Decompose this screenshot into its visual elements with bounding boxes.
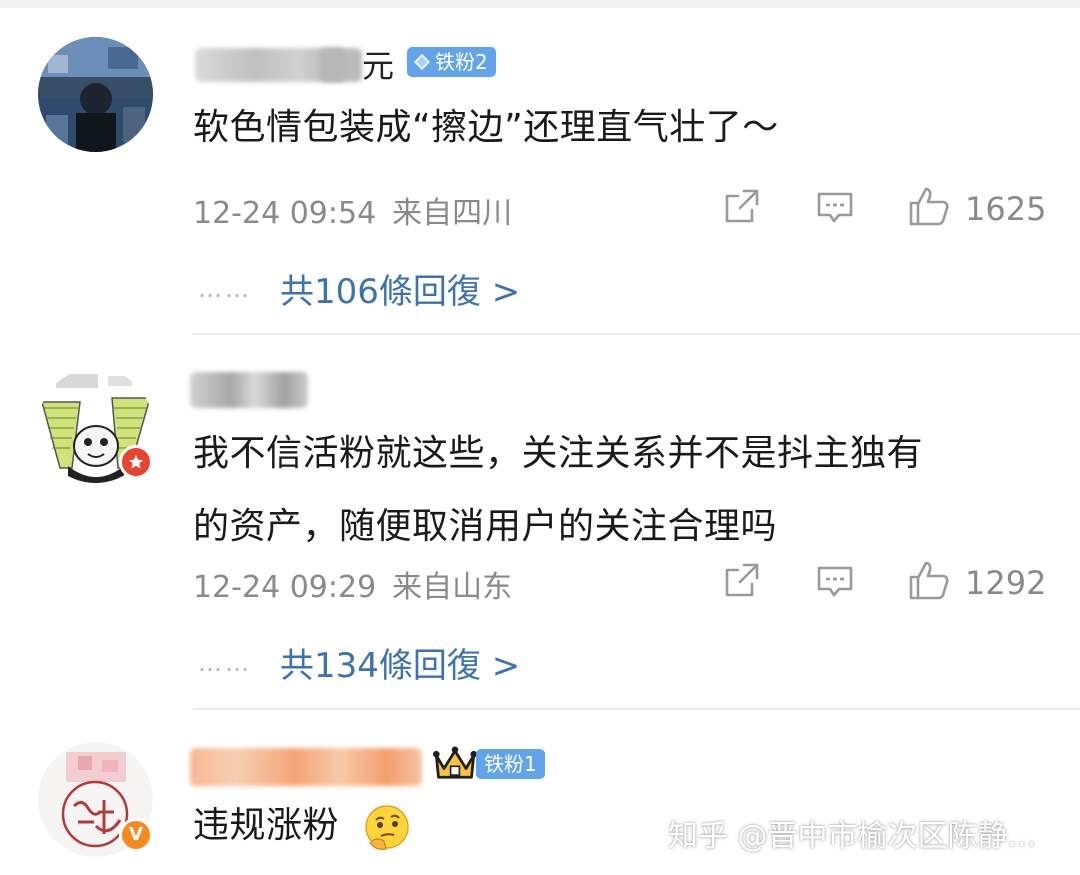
comment-text: 违规涨粉	[193, 798, 339, 853]
comment-icon[interactable]	[815, 562, 855, 602]
username-blurred[interactable]	[320, 48, 362, 82]
diamond-icon	[413, 53, 431, 71]
verified-badge: V	[119, 818, 153, 852]
thinking-emoji-icon	[365, 805, 409, 850]
comment-meta: 12-24 09:54 来自四川	[193, 188, 528, 232]
avatar[interactable]	[38, 37, 153, 152]
comment-text-line: 的资产，随便取消用户的关注合理吗	[193, 506, 778, 547]
comment-text: 我不信活粉就这些，关注关系并不是抖主独有 的资产，随便取消用户的关注合理吗	[193, 426, 923, 554]
fan-badge-label: 铁粉1	[484, 752, 537, 776]
comment-text-content: 违规涨粉	[193, 805, 340, 846]
comment-text: 软色情包装成“擦边”还理直气壮了～	[193, 107, 779, 148]
username-blurred[interactable]	[190, 372, 308, 408]
fan-level-badge: 铁粉2	[407, 47, 496, 77]
comment-time: 12-24 09:54	[193, 196, 377, 231]
verified-mark: V	[129, 824, 143, 845]
comment-location: 来自四川	[392, 196, 513, 231]
dots-separator: ……	[198, 648, 252, 677]
share-icon[interactable]	[722, 560, 762, 600]
share-icon[interactable]	[722, 186, 762, 226]
replies-label[interactable]: 共134條回復 >	[280, 638, 520, 687]
view-replies-link[interactable]: …… 共134條回復 >	[198, 638, 520, 687]
comment-item: 元 铁粉2 软色情包装成“擦边”还理直气壮了～ 12-24 09:54 来自四川 …	[0, 8, 1080, 335]
top-separator	[0, 0, 1080, 8]
crown-icon	[433, 746, 477, 779]
like-count: 1292	[965, 564, 1047, 602]
comment-icon[interactable]	[815, 188, 855, 228]
fan-badge-label: 铁粉2	[435, 50, 488, 74]
view-replies-link[interactable]: …… 共106條回復 >	[198, 264, 520, 313]
comment-text-line: 我不信活粉就这些，关注关系并不是抖主独有	[193, 433, 924, 474]
like-icon[interactable]	[907, 184, 951, 228]
username-blurred[interactable]	[190, 748, 422, 786]
comment-divider	[193, 333, 1080, 335]
dots-separator: ……	[198, 274, 252, 303]
username-suffix[interactable]: 元	[362, 50, 394, 82]
watermark: 知乎 @晋中市榆次区陈静...	[668, 819, 1037, 854]
comment-time: 12-24 09:29	[193, 570, 377, 605]
like-icon[interactable]	[907, 558, 951, 602]
comment-location: 来自山东	[392, 570, 513, 605]
comment-item: 我不信活粉就这些，关注关系并不是抖主独有 的资产，随便取消用户的关注合理吗 12…	[0, 336, 1080, 710]
replies-label[interactable]: 共106條回復 >	[280, 264, 520, 313]
comment-meta: 12-24 09:29 来自山东	[193, 562, 528, 606]
star-icon	[128, 454, 144, 469]
fan-level-badge: 铁粉1	[476, 749, 545, 779]
like-count: 1625	[965, 190, 1047, 228]
official-badge	[119, 445, 153, 479]
